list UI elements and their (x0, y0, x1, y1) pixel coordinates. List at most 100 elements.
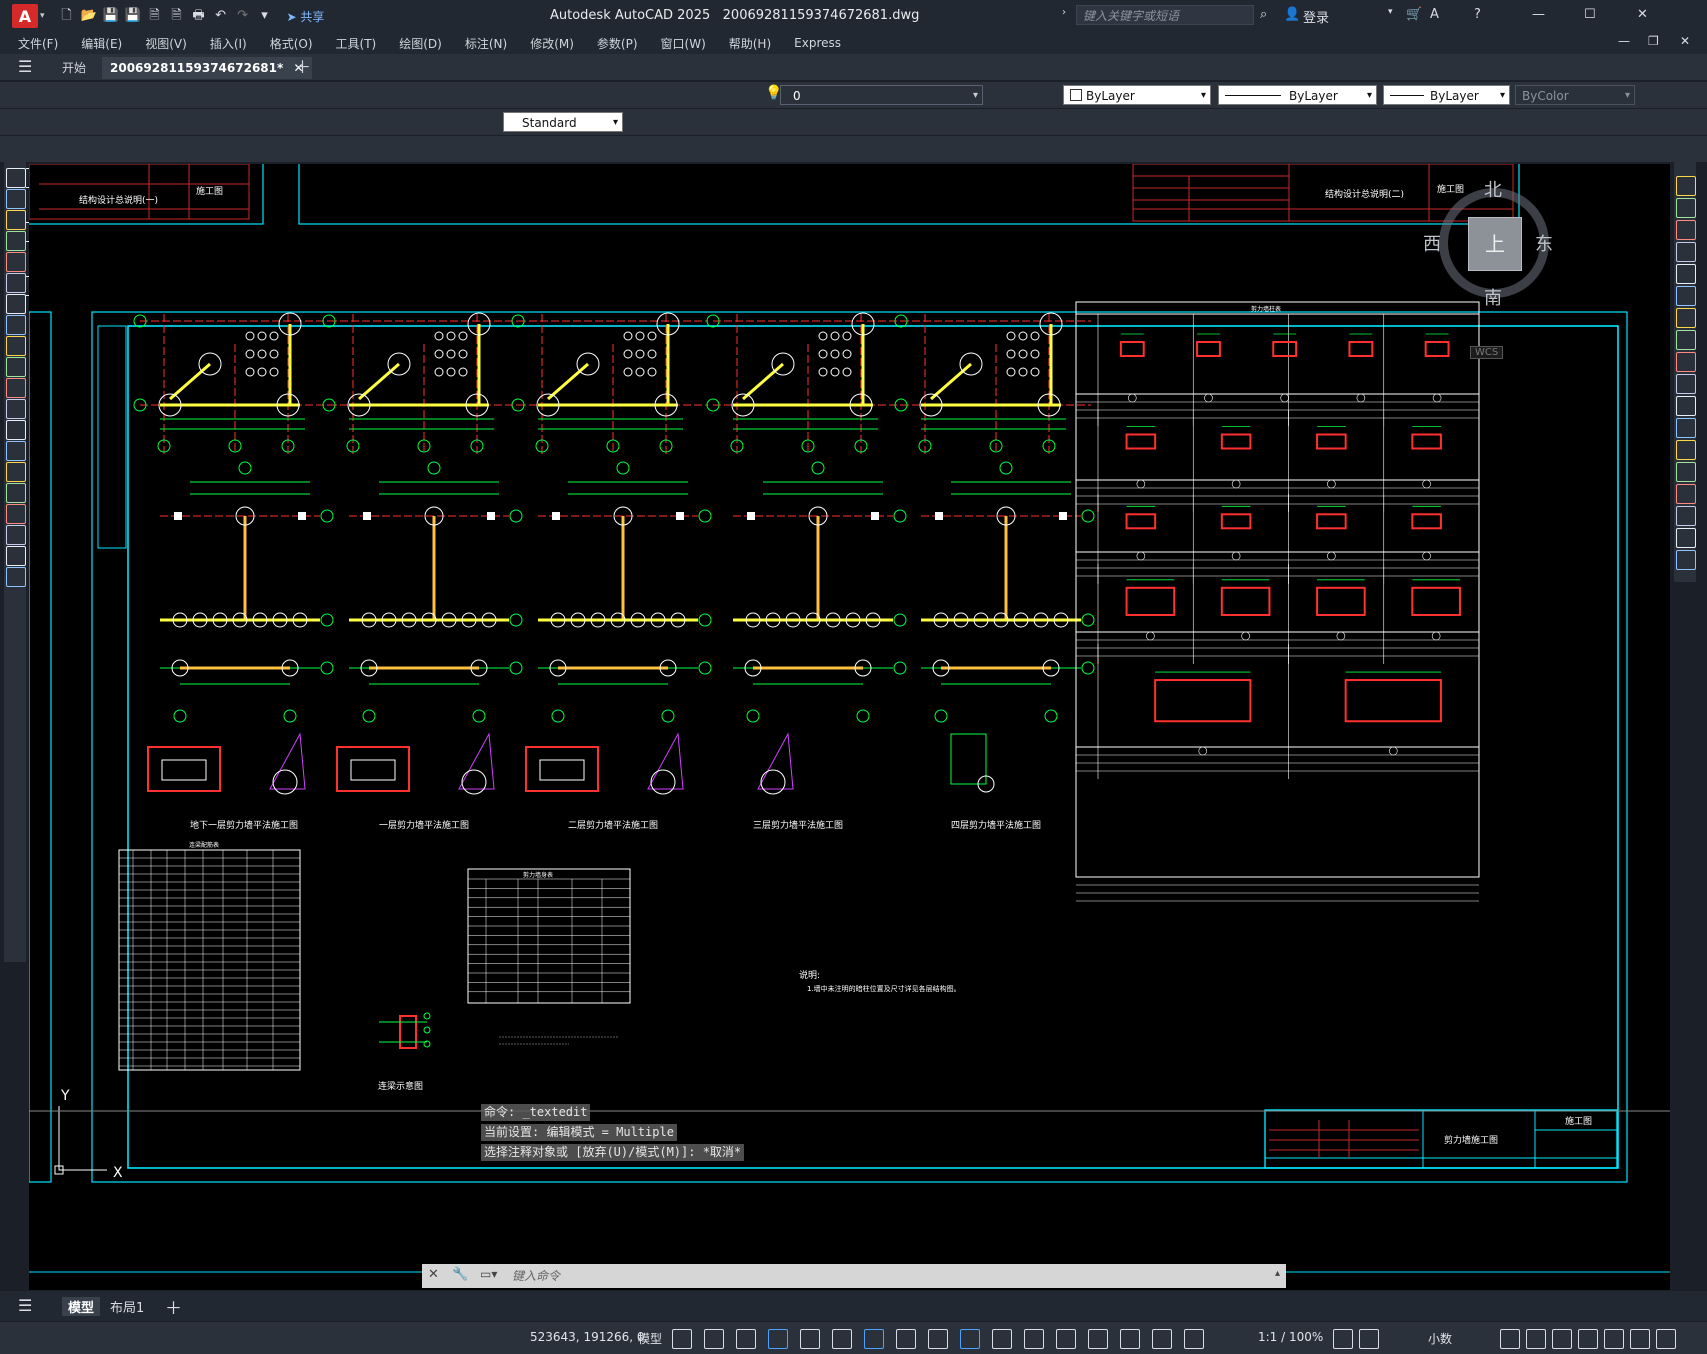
model-space-toggle[interactable]: 模型 (638, 1330, 662, 1347)
share-button[interactable]: ➤ 共享 (287, 8, 325, 25)
viewcube-east[interactable]: 东 (1535, 230, 1553, 256)
polyline-icon[interactable] (6, 210, 26, 230)
hatch-icon[interactable] (6, 462, 26, 482)
clean-screen-icon[interactable] (1630, 1329, 1650, 1349)
hamburger-icon[interactable]: ☰ (18, 57, 32, 76)
new-tab-icon[interactable]: ＋ (294, 57, 311, 79)
construction-line-icon[interactable] (6, 189, 26, 209)
point-icon[interactable] (6, 441, 26, 461)
minimize-icon[interactable]: — (1532, 7, 1545, 22)
explode-icon[interactable] (1676, 550, 1696, 570)
new-icon[interactable]: 🗋 (59, 8, 75, 24)
spline-icon[interactable] (6, 336, 26, 356)
circle-icon[interactable] (6, 294, 26, 314)
add-selected-icon[interactable] (6, 567, 26, 587)
customize-qat-icon[interactable]: ▾ (257, 8, 273, 24)
isodraft-icon[interactable] (832, 1329, 852, 1349)
blend-icon[interactable] (1676, 528, 1696, 548)
dynamic-ucs-icon[interactable] (1056, 1329, 1076, 1349)
command-history-toggle-icon[interactable]: ▴ (1275, 1268, 1280, 1279)
units-icon[interactable] (1500, 1329, 1520, 1349)
menu-view[interactable]: 视图(V) (145, 35, 187, 52)
search-input[interactable]: 键入关键字或短语 (1076, 5, 1254, 25)
osnap-icon[interactable] (896, 1329, 916, 1349)
lock-ui-icon[interactable] (1552, 1329, 1572, 1349)
menu-draw[interactable]: 绘图(D) (399, 35, 442, 52)
undo-icon[interactable]: ↶ (213, 8, 229, 24)
osnap-tracking-icon[interactable] (864, 1329, 884, 1349)
fillet-icon[interactable] (1676, 506, 1696, 526)
new-layout-icon[interactable]: ＋ (165, 1294, 182, 1319)
infer-icon[interactable] (736, 1329, 756, 1349)
menu-edit[interactable]: 编辑(E) (81, 35, 122, 52)
offset-icon[interactable] (1676, 242, 1696, 262)
menu-modify[interactable]: 修改(M) (530, 35, 574, 52)
app-menu-chevron-icon[interactable]: ▾ (40, 11, 45, 21)
scale-icon[interactable] (1676, 330, 1696, 350)
copy-object-icon[interactable] (1676, 198, 1696, 218)
chevron-right-icon[interactable]: › (1062, 7, 1066, 18)
viewcube-west[interactable]: 西 (1423, 230, 1441, 256)
menu-format[interactable]: 格式(O) (270, 35, 313, 52)
menu-parametric[interactable]: 参数(P) (597, 35, 638, 52)
viewcube-north[interactable]: 北 (1484, 176, 1502, 202)
extend-icon[interactable] (1676, 396, 1696, 416)
open-icon[interactable]: 📂 (81, 8, 97, 24)
trim-icon[interactable] (1676, 374, 1696, 394)
menu-express[interactable]: Express (794, 36, 841, 50)
isolate-objects-icon[interactable] (1578, 1329, 1598, 1349)
close-window-icon[interactable]: ✕ (1637, 7, 1648, 22)
login-link[interactable]: 登录 (1303, 7, 1329, 26)
snap-icon[interactable] (704, 1329, 724, 1349)
region-icon[interactable] (6, 504, 26, 524)
gradient-icon[interactable] (6, 483, 26, 503)
cart-icon[interactable]: 🛒 (1406, 7, 1422, 22)
drawing-canvas[interactable]: 结构设计总说明(一) 施工图 结构设计总说明(二) 施工图 地下一层剪力墙平法施… (29, 164, 1670, 1290)
workspace-icon[interactable] (1333, 1329, 1353, 1349)
save-as-icon[interactable]: 💾 (125, 8, 141, 24)
save-to-web-icon[interactable]: 🗎 (169, 8, 185, 24)
doc-close-icon[interactable]: ✕ (1680, 34, 1690, 48)
annotation-visibility-icon[interactable] (1152, 1329, 1172, 1349)
revcloud-icon[interactable] (6, 315, 26, 335)
lineweight-dropdown[interactable]: ByLayer ▾ (1383, 85, 1510, 105)
viewcube-south[interactable]: 南 (1484, 284, 1502, 310)
color-dropdown[interactable]: ByLayer ▾ (1063, 85, 1211, 105)
chamfer-icon[interactable] (1676, 484, 1696, 504)
tab-model[interactable]: 模型 (62, 1297, 101, 1316)
menu-insert[interactable]: 插入(I) (210, 35, 247, 52)
quick-properties-icon[interactable] (1526, 1329, 1546, 1349)
ellipse-arc-icon[interactable] (6, 378, 26, 398)
tab-layout1[interactable]: 布局1 (110, 1297, 144, 1316)
customization-icon[interactable] (1656, 1329, 1676, 1349)
join-icon[interactable] (1676, 462, 1696, 482)
selection-cycling-icon[interactable] (992, 1329, 1012, 1349)
command-recent-icon[interactable]: ▭▾ (480, 1267, 497, 1281)
doc-minimize-icon[interactable]: — (1618, 34, 1630, 48)
line-icon[interactable] (6, 168, 26, 188)
move-icon[interactable] (1676, 286, 1696, 306)
tab-document[interactable]: 20069281159374672681* ✕ (102, 57, 312, 79)
menu-tools[interactable]: 工具(T) (336, 35, 377, 52)
open-from-web-icon[interactable]: 🗎 (147, 8, 163, 24)
gizmo-icon[interactable] (1120, 1329, 1140, 1349)
rotate-icon[interactable] (1676, 308, 1696, 328)
rectangle-icon[interactable] (6, 252, 26, 272)
lineweight-icon[interactable] (928, 1329, 948, 1349)
viewcube-face[interactable]: 上 (1468, 217, 1522, 271)
viewcube[interactable]: 上 北 南 东 西 WCS (1423, 174, 1559, 359)
mirror-icon[interactable] (1676, 220, 1696, 240)
search-icon[interactable]: ⌕ (1260, 7, 1267, 22)
polar-icon[interactable] (800, 1329, 820, 1349)
selection-filter-icon[interactable] (1088, 1329, 1108, 1349)
coordinates-readout[interactable]: 523643, 191266, 0 (530, 1330, 645, 1344)
menu-help[interactable]: 帮助(H) (729, 35, 771, 52)
annotation-monitor-icon[interactable] (1359, 1329, 1379, 1349)
layer-dropdown[interactable]: 0 ▾ (780, 85, 983, 105)
grid-icon[interactable] (672, 1329, 692, 1349)
polygon-icon[interactable] (6, 231, 26, 251)
command-input[interactable]: 键入命令 (512, 1267, 560, 1284)
doc-restore-icon[interactable]: ❐ (1648, 34, 1659, 48)
menu-file[interactable]: 文件(F) (18, 35, 58, 52)
ortho-icon[interactable] (768, 1329, 788, 1349)
